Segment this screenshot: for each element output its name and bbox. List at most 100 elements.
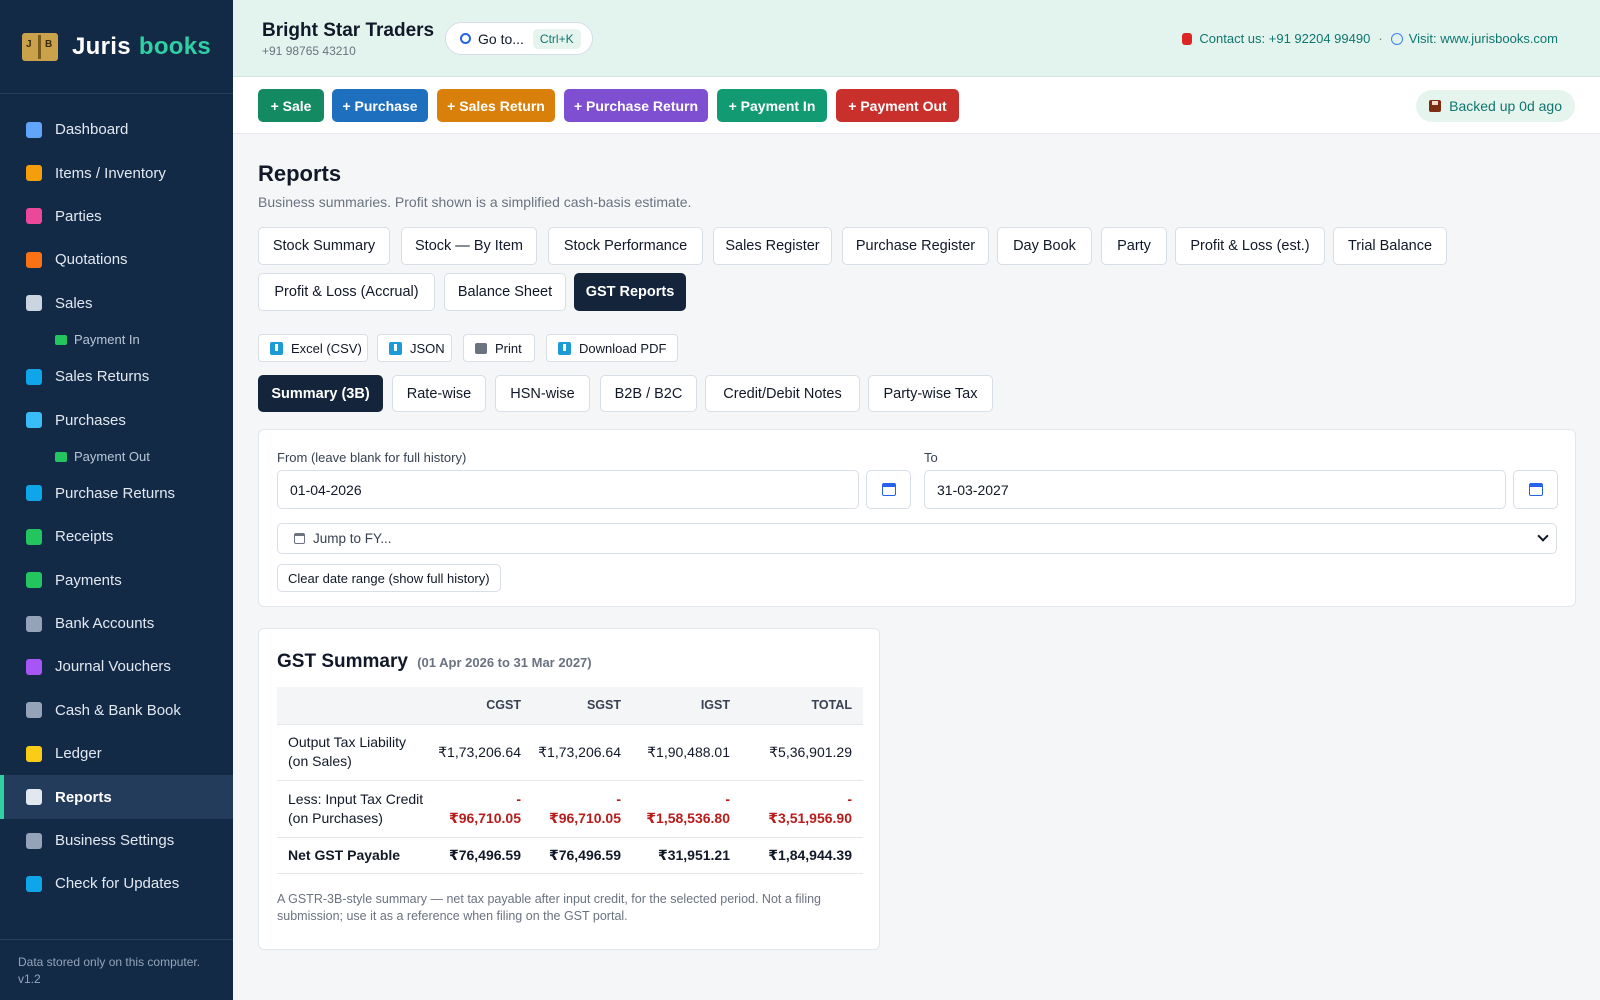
to-date-calendar-button[interactable] — [1513, 470, 1558, 509]
sidebar-item-sales-returns[interactable]: Sales Returns — [0, 355, 233, 398]
goto-button[interactable]: Go to... Ctrl+K — [445, 22, 593, 55]
tab-sales-register[interactable]: Sales Register — [713, 227, 832, 265]
receipt-icon — [26, 295, 42, 312]
memo-icon — [26, 251, 42, 268]
sidebar-item-reports[interactable]: Reports — [0, 775, 233, 819]
cash-icon — [55, 451, 67, 462]
total-cell: ₹1,84,944.39 — [741, 837, 863, 874]
tab-party[interactable]: Party — [1101, 227, 1167, 265]
column-header-sgst: SGST — [532, 687, 632, 725]
download-pdf-button[interactable]: Download PDF — [546, 334, 678, 362]
action-bar: + Sale + Purchase + Sales Return + Purch… — [233, 77, 1600, 134]
download-icon — [558, 341, 571, 355]
logo-letter-left: J — [26, 38, 32, 50]
refresh-icon — [26, 875, 42, 892]
total-cell: - ₹3,51,956.90 — [741, 780, 863, 838]
new-payment-in-button[interactable]: + Payment In — [717, 89, 827, 122]
contact-phone[interactable]: Contact us: +91 92204 99490 — [1199, 31, 1370, 46]
from-date-input[interactable]: 01-04-2026 — [277, 470, 859, 509]
subtab-rate-wise[interactable]: Rate-wise — [392, 375, 486, 412]
box-icon — [26, 165, 42, 182]
sidebar-item-ledger[interactable]: Ledger — [0, 732, 233, 775]
sidebar-item-label: Receipts — [55, 528, 114, 546]
tab-day-book[interactable]: Day Book — [997, 227, 1092, 265]
igst-cell: - ₹1,58,536.80 — [632, 780, 741, 838]
sidebar-item-cash-and-bank-book[interactable]: Cash & Bank Book — [0, 689, 233, 732]
sidebar-item-payments[interactable]: Payments — [0, 559, 233, 602]
sidebar-item-label: Reports — [55, 788, 112, 806]
bank-icon — [26, 615, 42, 632]
subtab-b2b-b2c[interactable]: B2B / B2C — [600, 375, 697, 412]
to-date-label: To — [924, 450, 938, 465]
tab-trial-balance[interactable]: Trial Balance — [1333, 227, 1447, 265]
sidebar-item-label: Parties — [55, 207, 102, 225]
gst-summary-card: GST Summary (01 Apr 2026 to 31 Mar 2027)… — [258, 628, 880, 950]
sidebar-item-receipts[interactable]: Receipts — [0, 515, 233, 558]
new-payment-out-button[interactable]: + Payment Out — [836, 89, 959, 122]
sidebar-item-business-settings[interactable]: Business Settings — [0, 819, 233, 862]
new-purchase-button[interactable]: + Purchase — [332, 89, 428, 122]
gst-summary-period: (01 Apr 2026 to 31 Mar 2027) — [417, 655, 592, 670]
new-sale-button[interactable]: + Sale — [258, 89, 324, 122]
sidebar-item-parties[interactable]: Parties — [0, 195, 233, 238]
calendar-icon — [1528, 483, 1543, 496]
to-date-input[interactable]: 31-03-2027 — [924, 470, 1506, 509]
sidebar-item-label: Check for Updates — [55, 875, 180, 893]
logo-letter-right: B — [45, 38, 53, 50]
tab-stock-performance[interactable]: Stock Performance — [548, 227, 703, 265]
printer-icon — [475, 342, 487, 354]
new-sales-return-button[interactable]: + Sales Return — [437, 89, 555, 122]
chart-icon — [26, 789, 42, 806]
row-label-line: Output Tax Liability — [288, 734, 407, 750]
sidebar-item-label: Items / Inventory — [55, 164, 166, 182]
sidebar-item-purchase-returns[interactable]: Purchase Returns — [0, 472, 233, 515]
minus-sign: - — [616, 790, 621, 807]
tab-purchase-register[interactable]: Purchase Register — [842, 227, 989, 265]
sidebar-item-bank-accounts[interactable]: Bank Accounts — [0, 602, 233, 645]
fy-jump-select[interactable]: Jump to FY... — [277, 523, 1557, 554]
sidebar-footer: Data stored only on this computer. v1.2 — [0, 939, 233, 1000]
sidebar-subitem-payment-out[interactable]: Payment Out — [0, 442, 233, 472]
website-link[interactable]: Visit: www.jurisbooks.com — [1409, 31, 1558, 46]
igst-cell: ₹1,90,488.01 — [632, 724, 741, 781]
business-phone: +91 98765 43210 — [262, 44, 356, 58]
sidebar-item-label: Dashboard — [55, 121, 129, 139]
sidebar-item-journal-vouchers[interactable]: Journal Vouchers — [0, 645, 233, 688]
top-header: Bright Star Traders +91 98765 43210 Go t… — [233, 0, 1600, 77]
clear-date-range-button[interactable]: Clear date range (show full history) — [277, 564, 501, 592]
export-json-button[interactable]: JSON — [377, 334, 452, 362]
tab-gst-reports[interactable]: GST Reports — [574, 273, 686, 311]
print-button[interactable]: Print — [463, 334, 535, 362]
sidebar-item-sales[interactable]: Sales — [0, 282, 233, 325]
sgst-cell: ₹1,73,206.64 — [532, 724, 632, 781]
sidebar-item-dashboard[interactable]: Dashboard — [0, 108, 233, 151]
backup-status[interactable]: Backed up 0d ago — [1416, 90, 1575, 122]
sidebar-subitem-payment-in[interactable]: Payment In — [0, 325, 233, 355]
from-date-calendar-button[interactable] — [866, 470, 911, 509]
sidebar-item-check-for-updates[interactable]: Check for Updates — [0, 862, 233, 905]
sidebar-item-quotations[interactable]: Quotations — [0, 238, 233, 281]
search-icon — [460, 33, 471, 44]
tab-profit-loss-accrual[interactable]: Profit & Loss (Accrual) — [258, 273, 435, 311]
row-label-line: (on Purchases) — [288, 809, 383, 826]
bar-chart-icon — [26, 121, 42, 138]
tab-balance-sheet[interactable]: Balance Sheet — [444, 273, 566, 311]
minus-sign: - — [725, 790, 730, 807]
export-csv-button[interactable]: Excel (CSV) — [258, 334, 368, 362]
subtab-party-wise-tax[interactable]: Party-wise Tax — [868, 375, 993, 412]
subtab-credit-debit-notes[interactable]: Credit/Debit Notes — [705, 375, 860, 412]
sidebar-item-items-inventory[interactable]: Items / Inventory — [0, 151, 233, 194]
tab-stock-summary[interactable]: Stock Summary — [258, 227, 390, 265]
tab-stock-by-item[interactable]: Stock — By Item — [401, 227, 537, 265]
brand[interactable]: J B Juris books — [0, 0, 233, 94]
goto-label: Go to... — [478, 30, 524, 47]
calendar-icon — [881, 483, 896, 496]
cash-icon — [55, 334, 67, 345]
subtab-summary-3b[interactable]: Summary (3B) — [258, 375, 383, 412]
business-name: Bright Star Traders — [262, 20, 435, 41]
sidebar-item-purchases[interactable]: Purchases — [0, 398, 233, 441]
tab-profit-loss-est[interactable]: Profit & Loss (est.) — [1175, 227, 1325, 265]
new-purchase-return-button[interactable]: + Purchase Return — [564, 89, 708, 122]
subtab-hsn-wise[interactable]: HSN-wise — [495, 375, 590, 412]
page-title: Reports — [258, 161, 342, 186]
